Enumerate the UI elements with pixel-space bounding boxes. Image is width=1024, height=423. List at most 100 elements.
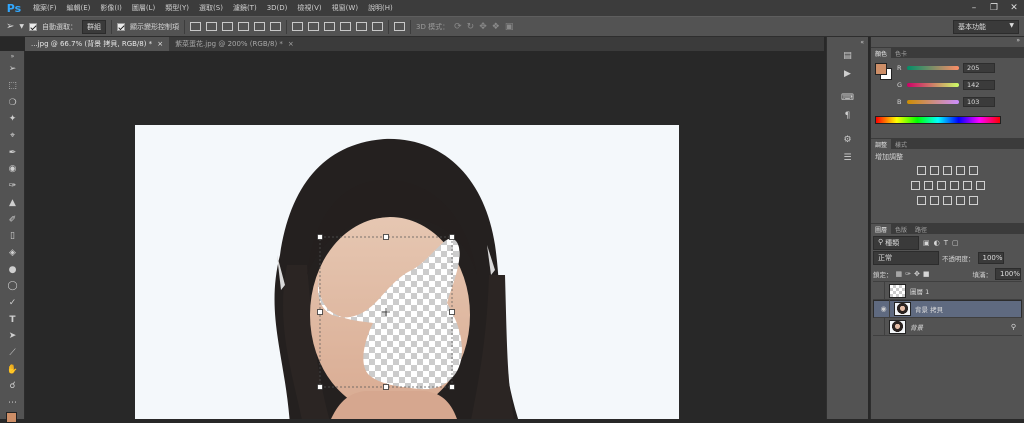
align-vcenter-icon[interactable] (206, 22, 218, 31)
align-bottom-icon[interactable] (222, 22, 234, 31)
3d-rotate-icon[interactable]: ⟳ (454, 22, 462, 32)
tab-adjustments[interactable]: 調整 (871, 139, 892, 149)
channel-mixer-icon[interactable] (962, 181, 972, 190)
align-hcenter-icon[interactable] (254, 22, 266, 31)
menu-view[interactable]: 檢視(V) (292, 3, 326, 13)
menu-layer[interactable]: 圖層(L) (127, 3, 160, 13)
menu-filter[interactable]: 濾鏡(T) (228, 3, 262, 13)
layer-filter-dropdown[interactable]: ⚲ 種類 (873, 236, 919, 250)
auto-align-icon[interactable] (394, 22, 406, 31)
fill-input[interactable]: 100% (995, 267, 1021, 280)
hand-tool-icon[interactable]: ✋ (0, 361, 25, 378)
dodge-tool-icon[interactable]: ◯ (0, 278, 25, 295)
close-icon[interactable]: ✕ (1004, 0, 1024, 16)
collapse-panels-icon[interactable]: » (871, 37, 1024, 47)
lock-pixels-icon[interactable]: ✑ (905, 270, 911, 278)
brightness-icon[interactable] (917, 166, 926, 175)
menu-window[interactable]: 視窗(W) (327, 3, 363, 13)
workspace-dropdown[interactable]: 基本功能 ▼ (953, 20, 1019, 34)
b-value-input[interactable]: 103 (963, 97, 995, 107)
distribute-bottom-icon[interactable] (324, 22, 336, 31)
layer-row-background[interactable]: 背景 ⚲ (873, 317, 1022, 336)
blur-tool-icon[interactable]: ● (0, 261, 25, 278)
distribute-top-icon[interactable] (292, 22, 304, 31)
menu-file[interactable]: 檔案(F) (28, 3, 62, 13)
crop-tool-icon[interactable]: ⌖ (0, 128, 25, 145)
tab-channels[interactable]: 色版 (891, 224, 911, 234)
menu-help[interactable]: 說明(H) (363, 3, 398, 13)
visibility-toggle[interactable] (873, 281, 885, 300)
lasso-tool-icon[interactable]: ❍ (0, 94, 25, 111)
magic-wand-icon[interactable]: ✦ (0, 111, 25, 128)
document-canvas[interactable] (135, 125, 679, 419)
color-balance-icon[interactable] (923, 181, 933, 190)
actions-icon[interactable]: ▶ (827, 65, 868, 83)
foreground-color-swatch[interactable] (6, 412, 17, 423)
show-transform-checkbox[interactable] (117, 22, 126, 31)
menu-type[interactable]: 類型(Y) (160, 3, 194, 13)
tab-swatches[interactable]: 色卡 (891, 48, 911, 58)
healing-brush-icon[interactable]: ◉ (0, 161, 25, 178)
collapse-dock-icon[interactable]: « (827, 37, 868, 47)
type-tool-icon[interactable]: T (0, 311, 25, 328)
auto-select-checkbox[interactable] (29, 22, 38, 31)
levels-icon[interactable] (930, 166, 939, 175)
menu-image[interactable]: 影像(I) (95, 3, 127, 13)
layer-row-layer1[interactable]: 圖層 1 (873, 281, 1022, 300)
paragraph-icon[interactable]: ¶ (827, 107, 868, 125)
eye-icon[interactable]: ◉ (878, 300, 890, 318)
3d-slide-icon[interactable]: ❖ (492, 22, 500, 32)
lock-all-icon[interactable]: ■ (923, 270, 930, 278)
path-selection-icon[interactable]: ➤ (0, 328, 25, 345)
pen-tool-icon[interactable]: ✓ (0, 295, 25, 312)
marquee-tool-icon[interactable]: ⬚ (0, 78, 25, 95)
character-icon[interactable]: ⌨ (827, 89, 868, 107)
gradient-map-icon[interactable] (956, 196, 965, 205)
g-value-input[interactable]: 142 (963, 80, 995, 90)
filter-pixel-icon[interactable]: ▣ (923, 239, 930, 247)
tab-styles[interactable]: 樣式 (891, 139, 911, 149)
photo-filter-icon[interactable] (949, 181, 959, 190)
distribute-vcenter-icon[interactable] (308, 22, 320, 31)
black-white-icon[interactable] (936, 181, 946, 190)
filter-shape-icon[interactable]: ▢ (952, 239, 959, 247)
lock-position-icon[interactable]: ✥ (914, 270, 920, 278)
history-icon[interactable]: ▤ (827, 47, 868, 65)
curves-icon[interactable] (943, 166, 952, 175)
tab-document-1[interactable]: ...jpg @ 66.7% (背景 拷貝, RGB/8) * × (25, 37, 170, 51)
color-spectrum-bar[interactable] (875, 116, 1001, 124)
menu-select[interactable]: 選取(S) (194, 3, 228, 13)
tab-layers[interactable]: 圖層 (871, 224, 892, 234)
filter-adjust-icon[interactable]: ◐ (934, 239, 940, 247)
posterize-icon[interactable] (930, 196, 939, 205)
layer-row-background-copy[interactable]: ◉ 背景 拷貝 (873, 300, 1022, 318)
color-lookup-icon[interactable] (975, 181, 985, 190)
blend-mode-dropdown[interactable]: 正常 (873, 251, 939, 265)
invert-icon[interactable] (917, 196, 926, 205)
visibility-toggle[interactable] (873, 317, 885, 336)
lock-transparent-icon[interactable]: ▦ (896, 270, 903, 278)
filter-type-icon[interactable]: T (944, 239, 948, 247)
align-top-icon[interactable] (190, 22, 202, 31)
brush-presets-icon[interactable]: ☰ (827, 149, 868, 167)
r-slider[interactable] (907, 66, 959, 70)
line-tool-icon[interactable]: ⟋ (0, 345, 25, 362)
distribute-hcenter-icon[interactable] (356, 22, 368, 31)
tab-color[interactable]: 顏色 (871, 48, 892, 58)
auto-select-dropdown[interactable]: 群組 (82, 19, 107, 34)
move-tool-icon[interactable]: ➢ (0, 61, 25, 78)
b-slider[interactable] (907, 100, 959, 104)
brush-tool-icon[interactable]: ✑ (0, 178, 25, 195)
distribute-right-icon[interactable] (372, 22, 384, 31)
close-icon[interactable]: × (157, 40, 163, 48)
chevron-down-icon[interactable]: ▼ (19, 23, 24, 30)
3d-scale-icon[interactable]: ▣ (505, 22, 514, 32)
distribute-left-icon[interactable] (340, 22, 352, 31)
g-slider[interactable] (907, 83, 959, 87)
move-tool-icon[interactable]: ➢ (6, 21, 14, 32)
3d-pan-icon[interactable]: ✥ (479, 22, 487, 32)
r-value-input[interactable]: 205 (963, 63, 995, 73)
tool-presets-icon[interactable]: ⚙ (827, 131, 868, 149)
zoom-tool-icon[interactable]: ☌ (0, 378, 25, 395)
hue-saturation-icon[interactable] (910, 181, 920, 190)
